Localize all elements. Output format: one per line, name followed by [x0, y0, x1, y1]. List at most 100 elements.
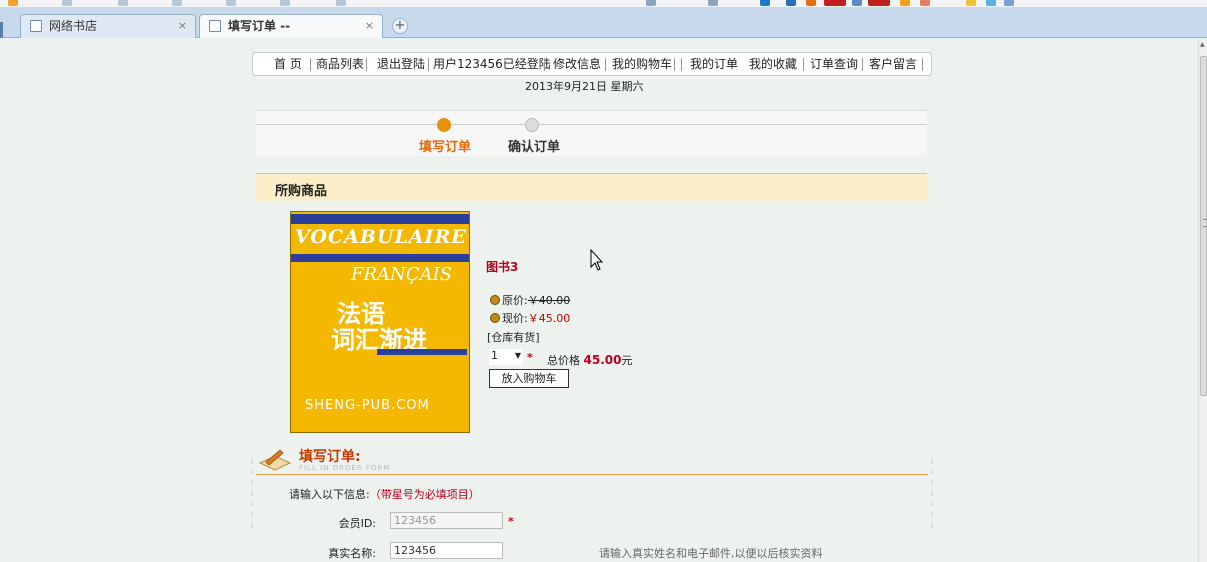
close-icon[interactable]: ×: [365, 15, 374, 37]
nav-logout[interactable]: 退出登陆: [377, 57, 425, 71]
pen-paper-icon: [258, 449, 292, 471]
toolbar-icon[interactable]: [708, 0, 718, 6]
cover-title-fr2: FRANÇAIS: [351, 264, 453, 285]
nav-divider: [366, 58, 367, 71]
grip-icon: [1203, 219, 1206, 227]
main-nav: 首 页 商品列表 退出登陆 用户123456已经登陆 修改信息 我的购物车 我的…: [252, 52, 932, 76]
toolbar-icon[interactable]: [920, 0, 930, 6]
form-intro-required-note: （带星号为必填项目）: [369, 488, 480, 501]
nav-divider: [922, 58, 923, 71]
bookmark-icon[interactable]: [118, 0, 128, 6]
bookmark-icon[interactable]: [62, 0, 72, 6]
bookmark-icon[interactable]: [172, 0, 182, 6]
toolbar-icon[interactable]: [760, 0, 770, 6]
nav-my-cart[interactable]: 我的购物车: [612, 57, 672, 71]
cover-band: [291, 254, 469, 262]
real-name-field[interactable]: 123456: [390, 542, 503, 559]
toolbar-icon[interactable]: [986, 0, 996, 6]
total-price-value: 45.00: [583, 353, 622, 367]
chevron-down-icon: ▼: [514, 351, 521, 360]
page-icon: [30, 20, 42, 32]
nav-guestbook[interactable]: 客户留言: [869, 57, 917, 71]
scroll-up-icon[interactable]: ▲: [1200, 41, 1205, 48]
bookmark-icon[interactable]: [8, 0, 18, 6]
new-tab-button[interactable]: +: [392, 18, 408, 34]
page-icon: [209, 20, 221, 32]
order-form-header: 填写订单: FILL IN ORDER FORM: [256, 441, 928, 475]
order-form-subtitle: FILL IN ORDER FORM: [299, 464, 391, 472]
stock-status: [仓库有货]: [487, 331, 540, 344]
current-date: 2013年9月21日 星期六: [525, 80, 644, 93]
products-header: 所购商品: [256, 173, 927, 201]
products-header-title: 所购商品: [275, 184, 328, 199]
quantity-select[interactable]: 1 ▼: [489, 349, 523, 365]
nav-divider: [862, 58, 863, 71]
add-to-cart-button[interactable]: 放入购物车: [489, 369, 569, 388]
total-price-label: 总价格: [547, 354, 580, 367]
form-intro: 请输入以下信息:（带星号为必填项目）: [289, 486, 480, 502]
nav-login-status: 用户123456已经登陆: [433, 57, 551, 71]
member-id-field[interactable]: 123456: [390, 512, 503, 529]
order-steps: 填写订单 确认订单: [256, 110, 927, 156]
current-price: ￥45.00: [527, 312, 571, 325]
nav-product-list[interactable]: 商品列表: [316, 57, 364, 71]
toolbar-icon[interactable]: [806, 0, 816, 6]
coin-icon: [490, 313, 500, 323]
member-id-label: 会员ID:: [338, 517, 376, 530]
book-cover-image[interactable]: VOCABULAIRE FRANÇAIS 法语 词汇渐进 SHENG-PUB.C…: [290, 211, 470, 433]
toolbar-icon[interactable]: [824, 0, 846, 6]
nav-divider: [803, 58, 804, 71]
coin-icon: [490, 295, 500, 305]
original-price-label: 原价:: [502, 294, 528, 307]
product-title[interactable]: 图书3: [486, 258, 518, 275]
current-price-row: 现价:￥45.00: [490, 310, 570, 326]
toolbar-icon[interactable]: [786, 0, 796, 6]
toolbar-icon[interactable]: [966, 0, 976, 6]
toolbar-icon[interactable]: [900, 0, 910, 6]
toolbar-icon[interactable]: [1004, 0, 1014, 6]
cover-band: [377, 349, 467, 355]
total-price-unit: 元: [621, 354, 633, 367]
nav-home[interactable]: 首 页: [274, 57, 302, 71]
required-mark: *: [527, 351, 533, 364]
tab-bar: 网络书店 × 填写订单 -- × +: [0, 8, 1207, 38]
nav-order-query[interactable]: 订单查询: [810, 57, 858, 71]
original-price-row: 原价:￥40.00: [490, 292, 570, 308]
form-intro-text: 请输入以下信息:: [289, 488, 370, 501]
bookmark-icon[interactable]: [336, 0, 346, 6]
nav-edit-info[interactable]: 修改信息: [553, 57, 601, 71]
toolbar-icon[interactable]: [868, 0, 890, 6]
real-name-label: 真实名称:: [328, 547, 376, 560]
current-price-label: 现价:: [502, 312, 528, 325]
vertical-scrollbar[interactable]: ▲: [1198, 39, 1207, 562]
step-fill-order: 填写订单: [419, 140, 472, 155]
total-price-row: 总价格 45.00元: [547, 352, 632, 368]
nav-divider: [605, 58, 606, 71]
nav-my-orders[interactable]: 我的订单: [690, 57, 738, 71]
cover-publisher: SHENG-PUB.COM: [305, 398, 430, 413]
toolbar-icon[interactable]: [852, 0, 862, 6]
quantity-value: 1: [491, 349, 498, 362]
nav-divider: [544, 58, 545, 71]
step-confirm-order: 确认订单: [508, 140, 561, 155]
nav-my-favorites[interactable]: 我的收藏: [749, 57, 797, 71]
cover-title-fr: VOCABULAIRE: [295, 226, 467, 248]
tab-bookstore[interactable]: 网络书店 ×: [20, 14, 196, 38]
tab-fill-order[interactable]: 填写订单 -- ×: [199, 14, 383, 38]
original-price: ￥40.00: [527, 294, 571, 307]
sidebar-grip[interactable]: [0, 22, 3, 38]
step-inactive-dot: [525, 118, 539, 132]
favorites-bar: [0, 0, 1207, 8]
nav-divider: [428, 58, 429, 71]
nav-divider: [674, 58, 675, 71]
step-active-dot: [437, 118, 451, 132]
close-icon[interactable]: ×: [178, 15, 187, 37]
bookmark-icon[interactable]: [280, 0, 290, 6]
toolbar-icon[interactable]: [646, 0, 656, 6]
scroll-thumb[interactable]: [1200, 56, 1207, 396]
tab-label: 填写订单 --: [228, 19, 291, 33]
nav-divider: [681, 58, 682, 71]
cover-band: [291, 214, 469, 224]
bookmark-icon[interactable]: [226, 0, 236, 6]
nav-divider: [310, 58, 311, 71]
